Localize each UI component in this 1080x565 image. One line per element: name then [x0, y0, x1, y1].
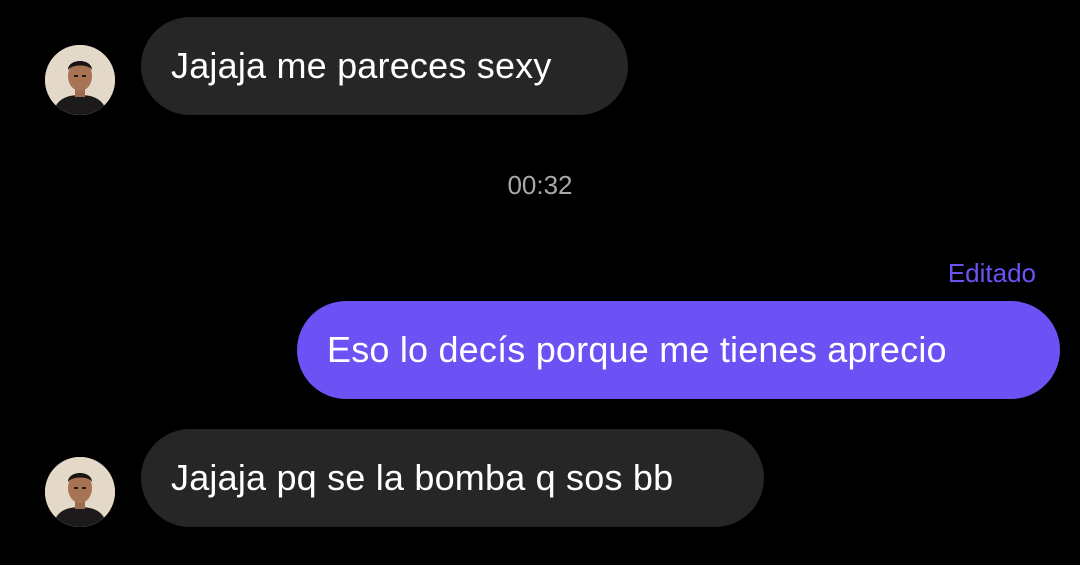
message-text: Eso lo decís porque me tienes aprecio	[327, 329, 947, 370]
message-text: Jajaja me pareces sexy	[171, 45, 552, 86]
message-timestamp: 00:32	[507, 170, 573, 200]
message-bubble-incoming[interactable]: Jajaja pq se la bomba q sos bb	[141, 429, 764, 527]
contact-avatar-icon[interactable]	[45, 457, 115, 527]
edited-label: Editado	[947, 258, 1036, 288]
contact-avatar-icon[interactable]	[45, 45, 115, 115]
message-text: Jajaja pq se la bomba q sos bb	[171, 457, 674, 498]
message-bubble-incoming[interactable]: Jajaja me pareces sexy	[141, 17, 628, 115]
message-bubble-outgoing[interactable]: Eso lo decís porque me tienes aprecio	[297, 301, 1060, 399]
